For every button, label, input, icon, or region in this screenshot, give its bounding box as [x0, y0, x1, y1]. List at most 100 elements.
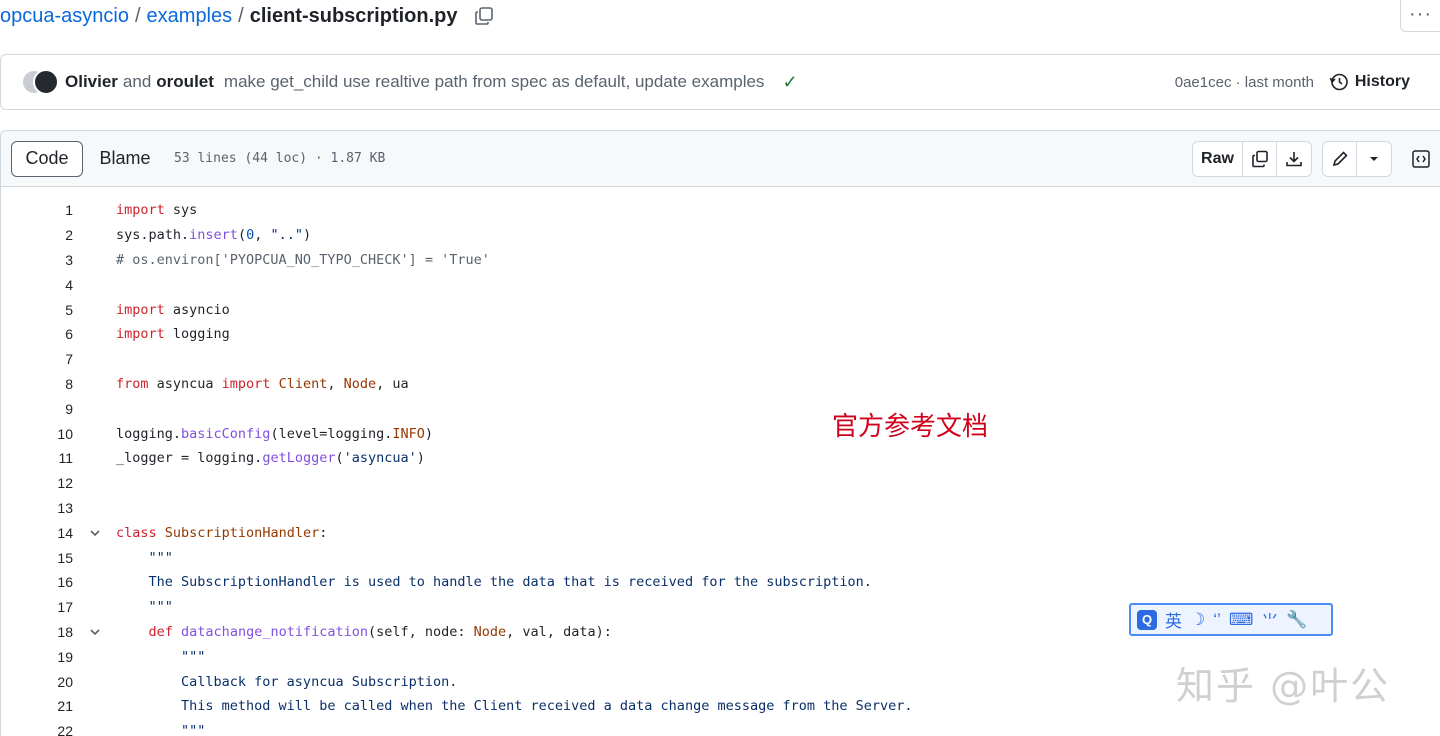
breadcrumb-folder-link[interactable]: examples: [147, 5, 233, 28]
history-label: History: [1354, 73, 1410, 90]
code-text: Callback for asyncua Subscription.: [116, 673, 458, 690]
line-number[interactable]: 2: [1, 227, 73, 243]
code-line: 1 import sys: [1, 198, 1440, 223]
line-number[interactable]: 13: [1, 500, 73, 516]
watermark: 知乎 @叶公: [1176, 664, 1391, 708]
line-number[interactable]: 12: [1, 475, 73, 491]
fold-chevron-icon[interactable]: [73, 626, 116, 638]
line-number[interactable]: 19: [1, 649, 73, 665]
copy-raw-icon[interactable]: [1243, 142, 1277, 176]
ime-keyboard-icon[interactable]: ⌨: [1229, 610, 1254, 630]
code-text: from asyncua import Client, Node, ua: [116, 375, 409, 392]
code-text: def datachange_notification(self, node: …: [148, 623, 612, 640]
code-text: _logger = logging.getLogger('asyncua'): [116, 450, 425, 467]
code-text: logging.basicConfig(level=logging.INFO): [116, 425, 434, 442]
line-number[interactable]: 10: [1, 426, 73, 442]
line-number[interactable]: 8: [1, 376, 73, 392]
chevron-down-icon[interactable]: [1357, 142, 1391, 176]
ime-settings-icon[interactable]: 🔧: [1286, 610, 1307, 630]
code-text: """: [116, 599, 173, 616]
file-actions: Raw: [1192, 141, 1440, 177]
history-button[interactable]: History: [1329, 72, 1410, 92]
code-line: 12: [1, 471, 1440, 496]
breadcrumb-separator: /: [134, 4, 141, 27]
code-text: # os.environ['PYOPCUA_NO_TYPO_CHECK'] = …: [116, 251, 490, 268]
commit-message-link[interactable]: make get_child use realtive path from sp…: [224, 72, 765, 92]
line-number[interactable]: 3: [1, 252, 73, 268]
line-number[interactable]: 17: [1, 599, 73, 615]
ime-toolbar: Q 英 ☽ ‘’ ⌨ ⺌ 🔧: [1129, 603, 1333, 636]
line-number[interactable]: 20: [1, 674, 73, 690]
breadcrumb-file-name: client-subscription.py: [249, 4, 458, 27]
breadcrumb: opcua-asyncio / examples / client-subscr…: [0, 2, 494, 30]
view-toggle: Code Blame: [11, 140, 167, 177]
code-viewer[interactable]: 1 import sys 2 sys.path.insert(0, "..") 3 # o…: [0, 187, 1440, 736]
code-line: 11 _logger = logging.getLogger('asyncua'): [1, 446, 1440, 471]
file-header: Code Blame 53 lines (44 loc) · 1.87 KB R…: [0, 130, 1440, 187]
code-line: 3 # os.environ['PYOPCUA_NO_TYPO_CHECK'] =…: [1, 248, 1440, 273]
symbols-panel-icon[interactable]: [1402, 141, 1440, 177]
code-line: 5 import asyncio: [1, 297, 1440, 322]
code-line: 9: [1, 396, 1440, 421]
code-line: 4: [1, 272, 1440, 297]
code-line: 2 sys.path.insert(0, ".."): [1, 223, 1440, 248]
code-text: import sys: [116, 202, 198, 219]
code-text: sys.path.insert(0, ".."): [116, 227, 312, 244]
line-number[interactable]: 18: [1, 624, 73, 640]
code-text: import logging: [116, 326, 230, 343]
commit-author-link[interactable]: oroulet: [156, 72, 214, 92]
commit-and-text: and: [122, 72, 152, 91]
ime-language-toggle[interactable]: 英: [1165, 607, 1182, 632]
code-line: 16 The SubscriptionHandler is used to ha…: [1, 570, 1440, 595]
ime-logo-icon[interactable]: Q: [1137, 609, 1157, 630]
ime-fullwidth-icon[interactable]: ⺌: [1261, 607, 1278, 632]
line-number[interactable]: 21: [1, 698, 73, 714]
edit-group: [1322, 141, 1392, 177]
download-icon[interactable]: [1277, 142, 1311, 176]
line-number[interactable]: 1: [1, 202, 73, 218]
line-number[interactable]: 16: [1, 574, 73, 590]
latest-commit-bar: Olivier and oroulet make get_child use r…: [0, 54, 1440, 110]
code-line: 10 logging.basicConfig(level=logging.INFO…: [1, 421, 1440, 446]
code-text: The SubscriptionHandler is used to handl…: [116, 574, 872, 591]
line-number[interactable]: 6: [1, 326, 73, 342]
line-number[interactable]: 7: [1, 351, 73, 367]
code-line: 6 import logging: [1, 322, 1440, 347]
code-text: """: [148, 549, 173, 566]
line-number[interactable]: 11: [1, 450, 73, 466]
code-line: 14 class SubscriptionHandler:: [1, 520, 1440, 545]
code-text: This method will be called when the Clie…: [116, 698, 913, 715]
line-number[interactable]: 14: [1, 525, 73, 541]
more-options-button[interactable]: ···: [1400, 0, 1440, 32]
fold-chevron-icon[interactable]: [73, 527, 116, 539]
code-text: """: [181, 648, 206, 665]
commit-author-link[interactable]: Olivier: [65, 72, 118, 92]
code-line: 13: [1, 496, 1440, 521]
ime-punctuation-icon[interactable]: ‘’: [1213, 610, 1221, 630]
ime-moon-icon[interactable]: ☽: [1190, 610, 1205, 630]
history-icon: [1329, 73, 1348, 91]
edit-pencil-icon[interactable]: [1323, 142, 1357, 176]
line-number[interactable]: 5: [1, 302, 73, 318]
tab-code[interactable]: Code: [11, 140, 83, 177]
line-number[interactable]: 22: [1, 723, 73, 736]
check-icon[interactable]: ✓: [782, 72, 797, 93]
raw-copy-download-group: Raw: [1192, 141, 1312, 177]
author-avatars: [21, 69, 59, 95]
code-line: 15 """: [1, 545, 1440, 570]
line-number[interactable]: 15: [1, 550, 73, 566]
tab-blame[interactable]: Blame: [83, 141, 167, 177]
file-info: 53 lines (44 loc) · 1.87 KB: [174, 151, 386, 166]
code-text: import asyncio: [116, 301, 230, 318]
copy-path-icon[interactable]: [474, 6, 494, 26]
avatar[interactable]: [33, 69, 59, 95]
line-number[interactable]: 9: [1, 401, 73, 417]
commit-sha-time[interactable]: 0ae1cec · last month: [1175, 74, 1314, 91]
raw-button[interactable]: Raw: [1193, 142, 1243, 176]
breadcrumb-repo-link[interactable]: opcua-asyncio: [0, 5, 129, 28]
line-number[interactable]: 4: [1, 277, 73, 293]
code-line: 7: [1, 347, 1440, 372]
annotation-text: 官方参考文档: [832, 412, 989, 442]
code-text: class SubscriptionHandler:: [116, 524, 328, 541]
code-line: 8 from asyncua import Client, Node, ua: [1, 372, 1440, 397]
